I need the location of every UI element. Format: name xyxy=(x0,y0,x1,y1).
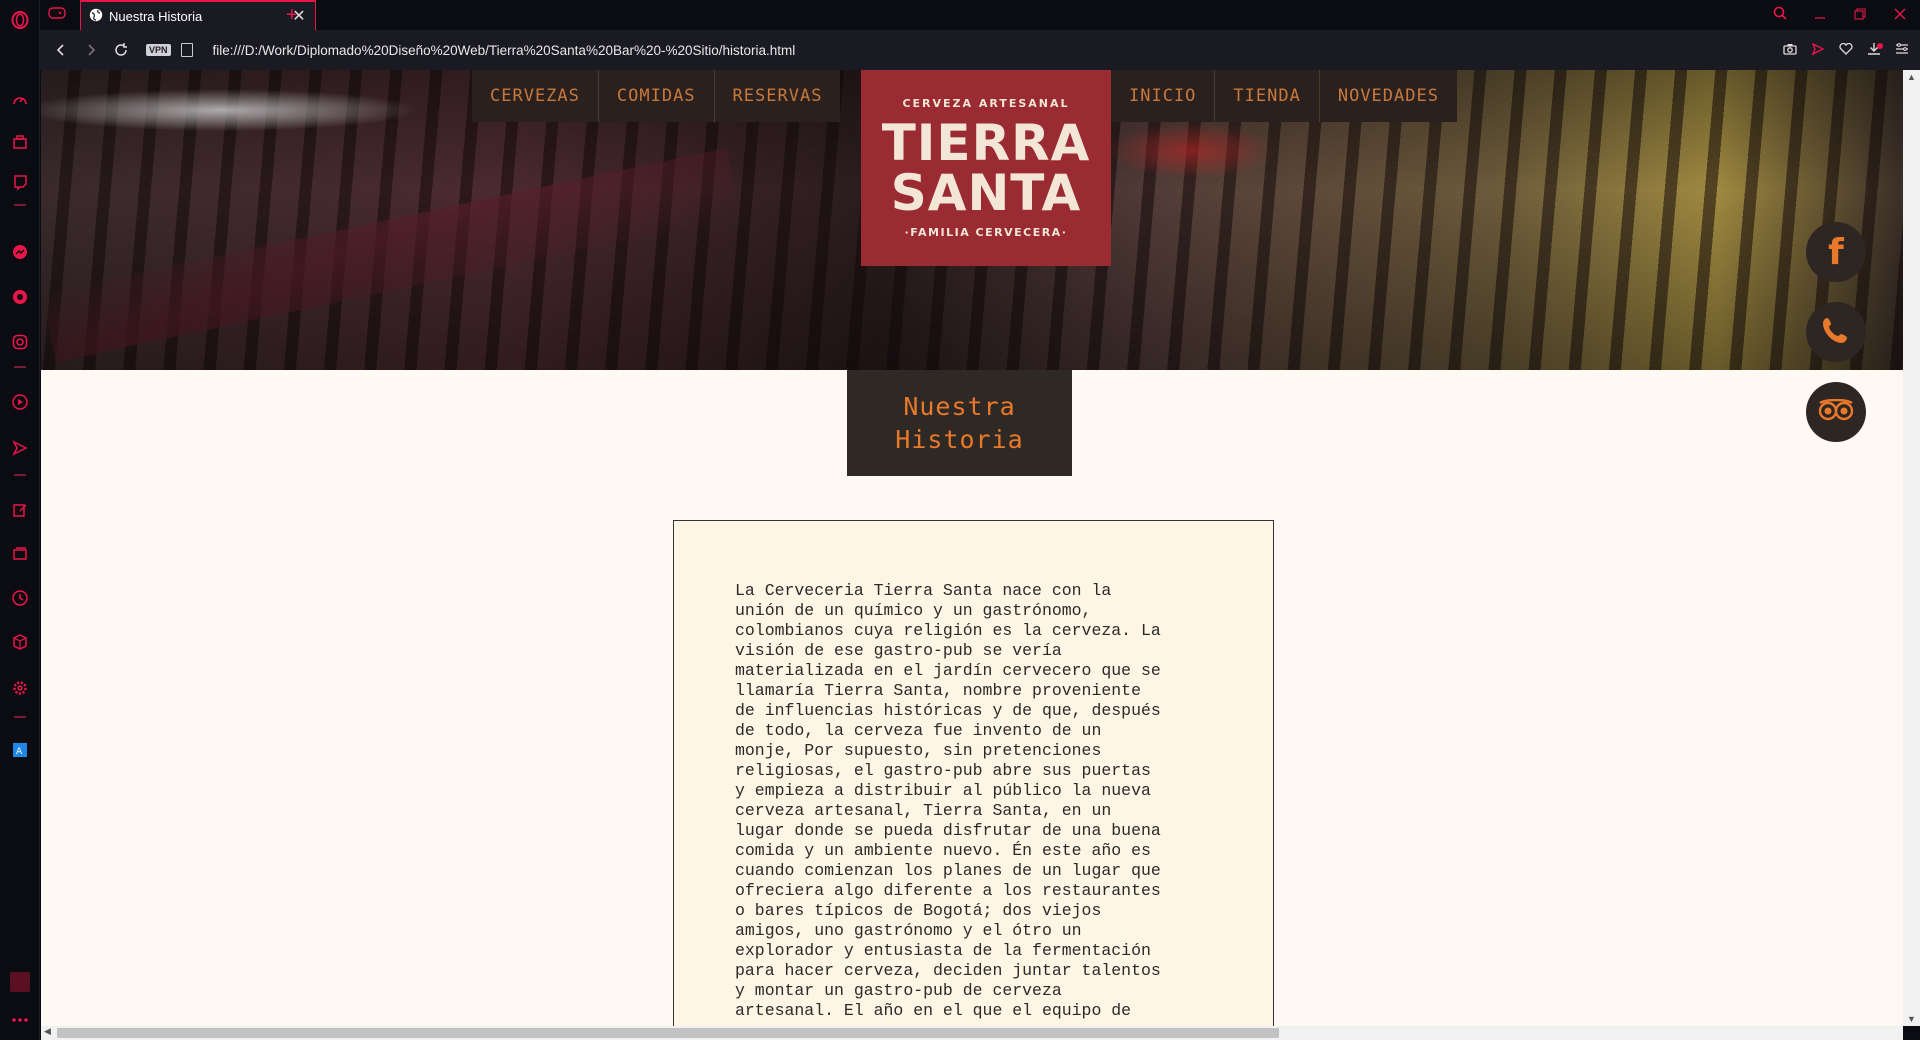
page-title-block: Nuestra Historia xyxy=(847,370,1072,476)
translate-extension-icon[interactable]: A xyxy=(8,738,32,762)
flow-send-icon[interactable] xyxy=(1806,42,1830,58)
snapshot-icon[interactable] xyxy=(1778,42,1802,58)
forward-icon[interactable] xyxy=(76,35,106,65)
horizontal-scroll-thumb[interactable] xyxy=(57,1028,1279,1038)
settings-icon[interactable] xyxy=(8,676,32,700)
hero-banner: CERVEZAS COMIDAS RESERVAS CERVEZA ARTESA… xyxy=(41,70,1903,370)
messenger-icon[interactable] xyxy=(8,240,32,264)
logo-tagline-top: CERVEZA ARTESANAL xyxy=(902,97,1070,110)
bookmark-heart-icon[interactable] xyxy=(1834,42,1858,58)
logo-tagline-bottom: ·FAMILIA CERVECERA· xyxy=(904,226,1068,239)
tab-bar: Nuestra Historia ✕ + xyxy=(40,0,1920,30)
phone-icon xyxy=(1820,314,1852,351)
horizontal-scrollbar[interactable]: ◀ xyxy=(41,1026,1903,1040)
page-icon xyxy=(180,43,193,57)
main-nav-right: INICIO TIENDA NOVEDADES xyxy=(1111,70,1457,122)
whatsapp-icon[interactable] xyxy=(8,285,32,309)
tab-nuestra-historia[interactable]: Nuestra Historia ✕ xyxy=(80,0,316,30)
globe-icon xyxy=(89,8,103,25)
easy-setup-icon[interactable] xyxy=(1890,42,1914,58)
workspace-icon[interactable] xyxy=(8,130,32,154)
minimize-icon[interactable] xyxy=(1800,7,1840,24)
tripadvisor-button[interactable] xyxy=(1806,382,1866,442)
site-logo[interactable]: CERVEZA ARTESANAL TIERRA SANTA ·FAMILIA … xyxy=(861,70,1111,266)
sidebar-separator xyxy=(14,366,26,368)
story-box: La Cerveceria Tierra Santa nace con la u… xyxy=(673,520,1274,1026)
notes-icon[interactable] xyxy=(8,498,32,522)
search-tabs-icon[interactable] xyxy=(1760,6,1800,24)
extensions-icon[interactable] xyxy=(8,630,32,654)
new-tab-button[interactable]: + xyxy=(286,4,298,27)
sidebar-separator xyxy=(14,204,26,206)
scroll-up-arrow-icon[interactable]: ▲ xyxy=(1903,72,1920,82)
nav-cervezas[interactable]: CERVEZAS xyxy=(472,70,599,122)
gamepad-icon[interactable] xyxy=(48,6,68,24)
logo-wordmark: TIERRA SANTA xyxy=(882,118,1091,218)
main-nav-left: CERVEZAS COMIDAS RESERVAS xyxy=(472,70,841,122)
logo-word-2: SANTA xyxy=(890,164,1082,222)
phone-button[interactable] xyxy=(1806,302,1866,362)
restore-icon[interactable] xyxy=(1840,7,1880,24)
scroll-down-arrow-icon[interactable]: ▼ xyxy=(1903,1014,1920,1024)
nav-tienda[interactable]: TIENDA xyxy=(1215,70,1320,122)
player-icon[interactable] xyxy=(8,390,32,414)
vpn-badge[interactable]: VPN xyxy=(146,44,171,56)
more-options-icon[interactable] xyxy=(8,1008,32,1032)
svg-text:A: A xyxy=(16,747,23,757)
instagram-icon[interactable] xyxy=(8,330,32,354)
tabs-icon[interactable] xyxy=(8,542,32,566)
profile-icon[interactable] xyxy=(8,970,32,994)
logo-word-1: TIERRA xyxy=(881,114,1091,172)
sidebar-separator xyxy=(14,474,26,476)
opera-logo-icon[interactable] xyxy=(8,8,32,32)
close-window-icon[interactable] xyxy=(1880,7,1920,24)
download-notification-dot xyxy=(1877,42,1883,49)
speed-dial-icon[interactable] xyxy=(8,88,32,112)
history-icon[interactable] xyxy=(8,586,32,610)
window-controls xyxy=(1760,0,1920,30)
back-icon[interactable] xyxy=(46,35,76,65)
downloads-icon[interactable] xyxy=(1862,42,1886,59)
tripadvisor-owl-icon xyxy=(1818,398,1854,426)
url-field[interactable]: file:///D:/Work/Diplomado%20Diseño%20Web… xyxy=(213,43,796,58)
nav-reservas[interactable]: RESERVAS xyxy=(715,70,841,122)
page-viewport: CERVEZAS COMIDAS RESERVAS CERVEZA ARTESA… xyxy=(41,70,1903,1026)
vertical-scrollbar[interactable]: ▲ ▼ xyxy=(1903,70,1920,1026)
browser-sidebar: A xyxy=(0,0,40,1040)
nav-novedades[interactable]: NOVEDADES xyxy=(1320,70,1457,122)
reload-icon[interactable] xyxy=(106,35,136,65)
scroll-left-arrow-icon[interactable]: ◀ xyxy=(44,1026,51,1037)
sidebar-separator xyxy=(14,716,26,718)
address-bar: VPN file:///D:/Work/Diplomado%20Diseño%2… xyxy=(40,30,1920,70)
tab-title: Nuestra Historia xyxy=(109,8,203,24)
address-bar-actions xyxy=(1778,30,1914,70)
story-text: La Cerveceria Tierra Santa nace con la u… xyxy=(735,581,1161,1020)
facebook-button[interactable]: f xyxy=(1806,222,1866,282)
nav-comidas[interactable]: COMIDAS xyxy=(599,70,715,122)
facebook-icon: f xyxy=(1828,231,1844,273)
nav-inicio[interactable]: INICIO xyxy=(1111,70,1216,122)
page-title: Nuestra Historia xyxy=(895,392,1024,454)
send-icon[interactable] xyxy=(8,436,32,460)
twitch-icon[interactable] xyxy=(8,170,32,194)
